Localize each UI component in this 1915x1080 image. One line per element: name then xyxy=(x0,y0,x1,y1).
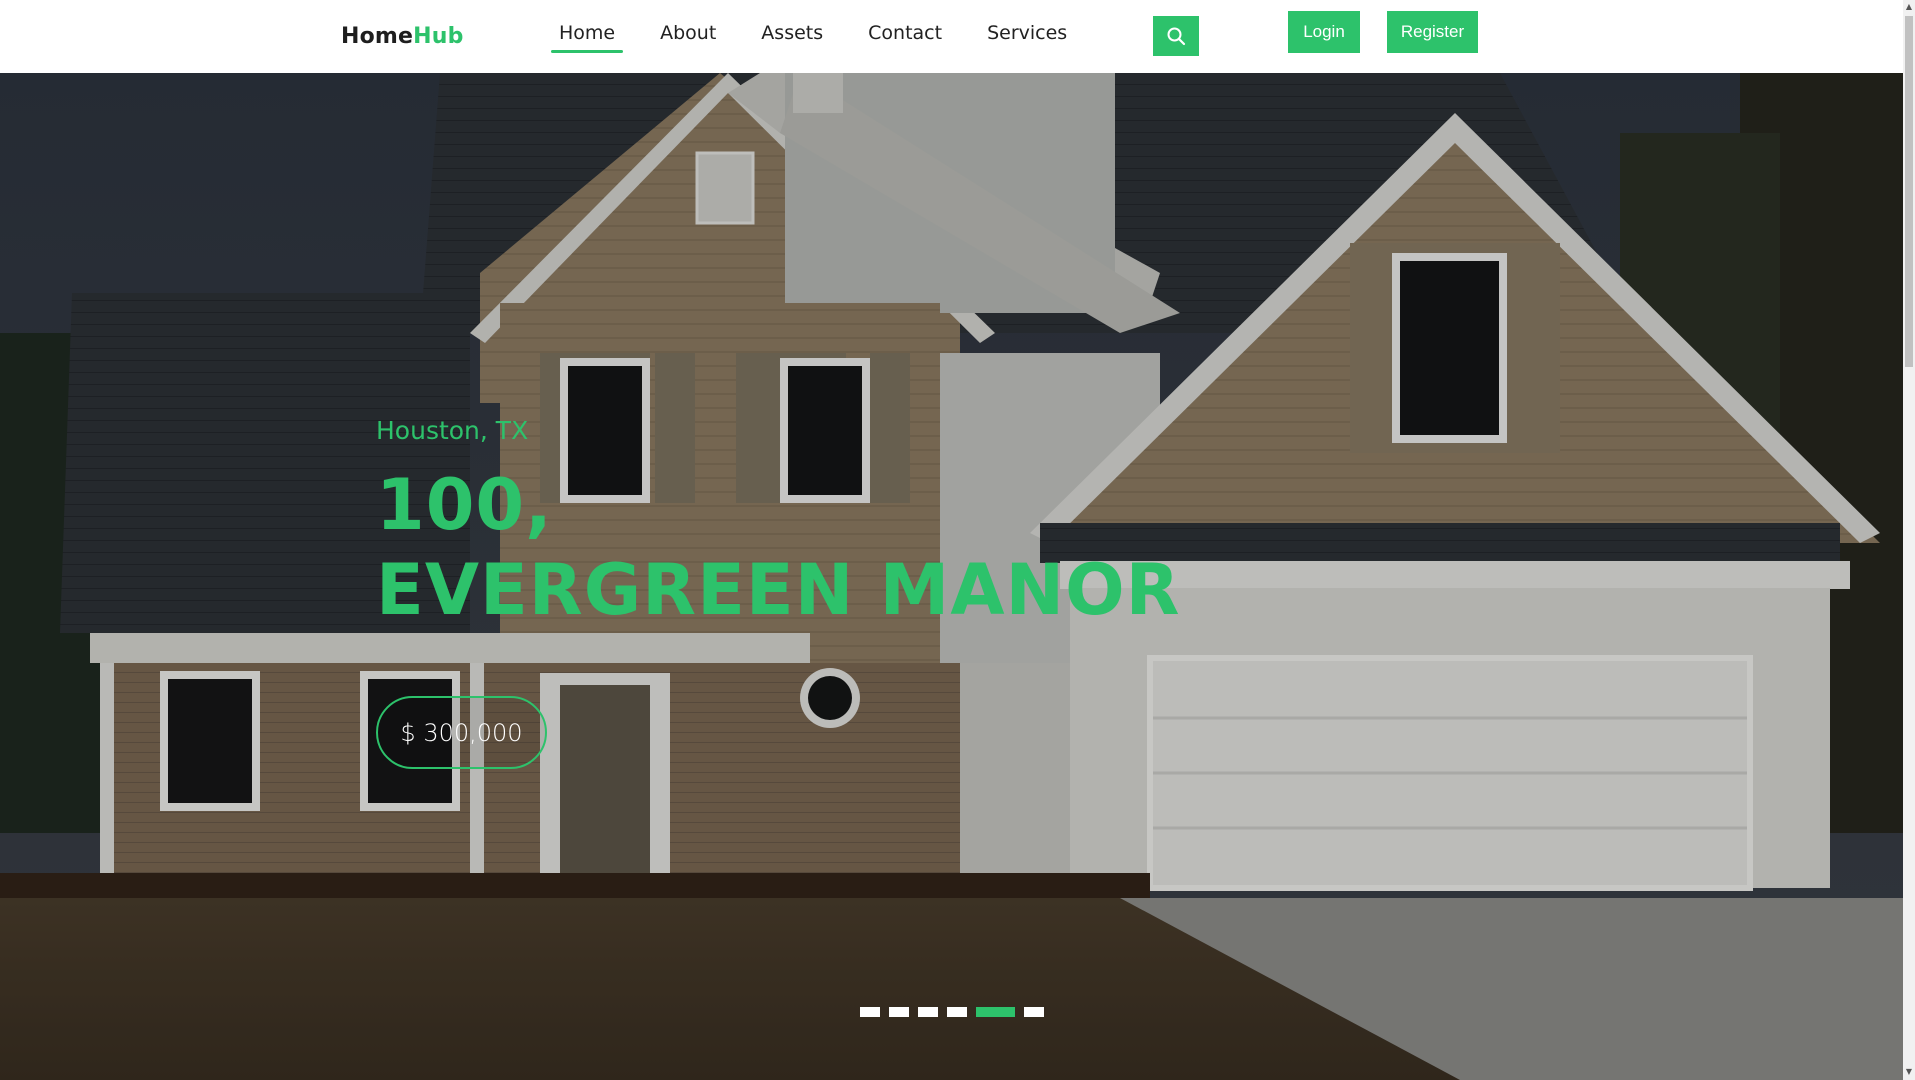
page-scrollbar[interactable]: ▲ ▼ xyxy=(1903,0,1915,1080)
top-navbar: HomeHub Home About Assets Contact Servic… xyxy=(0,0,1903,73)
search-icon xyxy=(1167,27,1186,46)
property-location: Houston, TX xyxy=(376,416,529,445)
brand-name-part2: Hub xyxy=(413,24,464,49)
slider-dot-1[interactable] xyxy=(860,1007,880,1017)
property-title-line2: EVERGREEN MANOR xyxy=(376,549,1181,631)
nav-item-home[interactable]: Home xyxy=(551,21,624,53)
nav-item-services[interactable]: Services xyxy=(979,21,1075,53)
scrollbar-thumb[interactable] xyxy=(1905,16,1913,367)
nav-item-contact[interactable]: Contact xyxy=(860,21,950,53)
property-price[interactable]: $ 300,000 xyxy=(376,696,547,769)
slider-dot-4[interactable] xyxy=(947,1007,967,1017)
slider-dot-2[interactable] xyxy=(889,1007,909,1017)
slider-dot-5[interactable] xyxy=(976,1007,1015,1017)
property-title: 100, EVERGREEN MANOR xyxy=(376,463,1180,633)
search-button[interactable] xyxy=(1153,16,1199,56)
slider-pagination xyxy=(860,1007,1044,1017)
slider-dot-6[interactable] xyxy=(1024,1007,1044,1017)
scroll-down-icon[interactable]: ▼ xyxy=(1905,1067,1913,1077)
hero-banner: Houston, TX 100, EVERGREEN MANOR $ 300,0… xyxy=(0,73,1903,1080)
property-title-line1: 100, xyxy=(376,464,553,546)
register-button[interactable]: Register xyxy=(1387,11,1478,53)
slider-dot-3[interactable] xyxy=(918,1007,938,1017)
brand-logo[interactable]: HomeHub xyxy=(341,24,464,49)
scroll-up-icon[interactable]: ▲ xyxy=(1905,2,1913,12)
login-button[interactable]: Login xyxy=(1288,11,1360,53)
main-nav: Home About Assets Contact Services xyxy=(551,21,1104,53)
nav-item-about[interactable]: About xyxy=(652,21,724,53)
brand-name-part1: Home xyxy=(341,24,414,49)
nav-item-assets[interactable]: Assets xyxy=(753,21,831,53)
